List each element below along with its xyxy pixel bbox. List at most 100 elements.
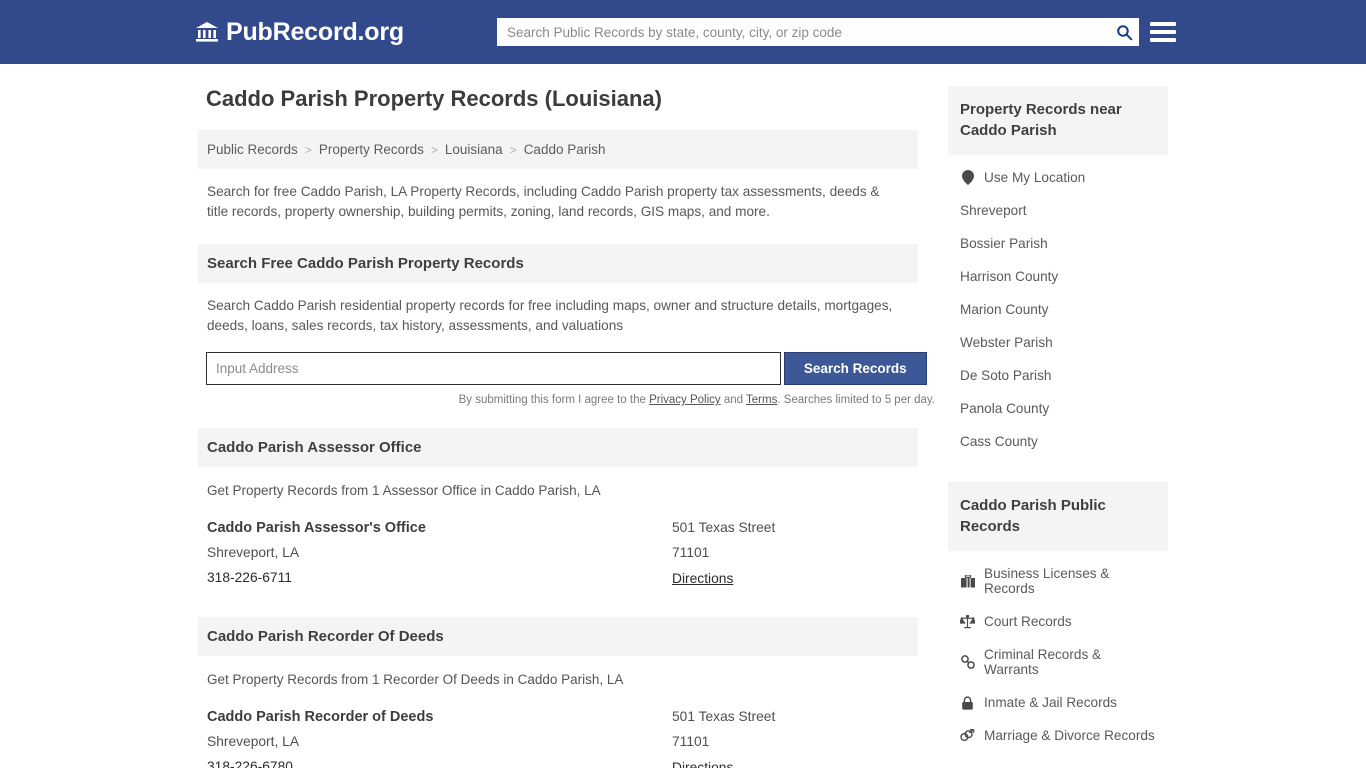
assessor-section-note: Get Property Records from 1 Assessor Off… xyxy=(207,483,601,498)
hamburger-bar xyxy=(1150,30,1176,34)
sidebar-item-shreveport[interactable]: Shreveport xyxy=(948,194,1168,227)
sidebar-item-webster-parish[interactable]: Webster Parish xyxy=(948,326,1168,359)
sidebar-item-court-records[interactable]: Court Records xyxy=(948,605,1168,638)
disclaimer-mid: and xyxy=(720,394,747,406)
office-street: 501 Texas Street xyxy=(672,520,776,535)
public-records-list: Business Licenses & Records Court Record… xyxy=(948,557,1168,752)
site-header: PubRecord.org xyxy=(0,0,1366,64)
global-search-input[interactable] xyxy=(497,19,1109,45)
recorder-section-note: Get Property Records from 1 Recorder Of … xyxy=(207,672,624,687)
office-zip: 71101 xyxy=(672,734,710,749)
assessor-section-title: Caddo Parish Assessor Office xyxy=(207,439,422,456)
office-name: Caddo Parish Assessor's Office xyxy=(207,520,426,536)
public-records-title: Caddo Parish Public Records xyxy=(960,497,1106,535)
office-primary-details: Caddo Parish Assessor's Office Shrevepor… xyxy=(207,520,672,595)
breadcrumb-separator: > xyxy=(509,142,517,157)
address-input[interactable] xyxy=(206,352,781,385)
nearby-records-title: Property Records near Caddo Parish xyxy=(960,101,1122,139)
scales-of-justice-icon xyxy=(960,614,975,629)
lock-icon xyxy=(960,695,975,710)
search-section-header: Search Free Caddo Parish Property Record… xyxy=(198,244,918,283)
sidebar-item-label: Criminal Records & Warrants xyxy=(984,647,1102,677)
gender-symbols-icon xyxy=(960,728,975,743)
global-search-bar xyxy=(497,18,1139,46)
nearby-records-list: Use My Location Shreveport Bossier Paris… xyxy=(948,161,1168,458)
sidebar: Property Records near Caddo Parish Use M… xyxy=(948,86,1168,768)
sidebar-item-label: Inmate & Jail Records xyxy=(984,695,1117,710)
briefcase-icon xyxy=(960,574,975,589)
address-search-form: Search Records xyxy=(206,352,927,385)
bank-building-icon xyxy=(195,20,219,44)
sidebar-item-label: Marion County xyxy=(960,302,1049,317)
hamburger-menu-icon[interactable] xyxy=(1150,18,1176,46)
recorder-section-header: Caddo Parish Recorder Of Deeds xyxy=(198,617,918,656)
breadcrumb-item-property-records[interactable]: Property Records xyxy=(319,142,424,157)
sidebar-item-label: Marriage & Divorce Records xyxy=(984,728,1155,743)
disclaimer-prefix: By submitting this form I agree to the xyxy=(458,394,650,406)
hamburger-bar xyxy=(1150,38,1176,42)
breadcrumb-item-louisiana[interactable]: Louisiana xyxy=(445,142,503,157)
sidebar-item-use-my-location[interactable]: Use My Location xyxy=(948,161,1168,194)
sidebar-item-marion-county[interactable]: Marion County xyxy=(948,293,1168,326)
search-records-button[interactable]: Search Records xyxy=(783,352,927,385)
public-records-header: Caddo Parish Public Records xyxy=(948,482,1168,551)
main-content: Caddo Parish Property Records (Louisiana… xyxy=(198,86,935,768)
sidebar-item-label: Court Records xyxy=(984,614,1072,629)
search-section-title: Search Free Caddo Parish Property Record… xyxy=(207,255,524,272)
map-pin-icon xyxy=(960,170,975,185)
sidebar-item-cass-county[interactable]: Cass County xyxy=(948,425,1168,458)
intro-paragraph: Search for free Caddo Parish, LA Propert… xyxy=(207,184,880,219)
breadcrumb: Public Records > Property Records > Loui… xyxy=(198,130,918,169)
nearby-records-header: Property Records near Caddo Parish xyxy=(948,86,1168,155)
terms-link[interactable]: Terms xyxy=(746,394,777,406)
brand-logo[interactable]: PubRecord.org xyxy=(195,18,404,47)
search-section-description: Search Caddo Parish residential property… xyxy=(207,298,893,333)
sidebar-item-label: Cass County xyxy=(960,434,1038,449)
office-street: 501 Texas Street xyxy=(672,709,776,724)
sidebar-item-label: De Soto Parish xyxy=(960,368,1052,383)
sidebar-item-label: Webster Parish xyxy=(960,335,1053,350)
disclaimer-suffix: . Searches limited to 5 per day. xyxy=(777,394,935,406)
office-city-state: Shreveport, LA xyxy=(207,734,300,749)
sidebar-item-label: Harrison County xyxy=(960,269,1059,284)
sidebar-item-business-licenses[interactable]: Business Licenses & Records xyxy=(948,557,1168,605)
handcuffs-icon xyxy=(960,655,975,670)
page-title: Caddo Parish Property Records (Louisiana… xyxy=(206,86,662,111)
breadcrumb-separator: > xyxy=(430,142,438,157)
directions-link[interactable]: Directions xyxy=(672,571,733,586)
sidebar-item-panola-county[interactable]: Panola County xyxy=(948,392,1168,425)
privacy-policy-link[interactable]: Privacy Policy xyxy=(649,394,721,406)
office-phone: 318-226-6711 xyxy=(207,570,292,585)
sidebar-item-label: Shreveport xyxy=(960,203,1027,218)
hamburger-bar xyxy=(1150,22,1176,26)
office-city-state: Shreveport, LA xyxy=(207,545,300,560)
sidebar-item-label: Panola County xyxy=(960,401,1050,416)
assessor-section-header: Caddo Parish Assessor Office xyxy=(198,428,918,467)
sidebar-item-criminal-records[interactable]: Criminal Records & Warrants xyxy=(948,638,1168,686)
sidebar-item-label: Bossier Parish xyxy=(960,236,1048,251)
sidebar-item-inmate-jail-records[interactable]: Inmate & Jail Records xyxy=(948,686,1168,719)
page-body: Caddo Parish Property Records (Louisiana… xyxy=(0,64,1366,768)
office-primary-details: Caddo Parish Recorder of Deeds Shrevepor… xyxy=(207,709,672,768)
office-address-details: 501 Texas Street 71101 Directions xyxy=(672,520,912,595)
breadcrumb-separator: > xyxy=(304,142,312,157)
sidebar-item-label: Use My Location xyxy=(984,170,1086,185)
sidebar-item-marriage-divorce-records[interactable]: Marriage & Divorce Records xyxy=(948,719,1168,752)
search-icon[interactable] xyxy=(1109,19,1139,45)
sidebar-item-harrison-county[interactable]: Harrison County xyxy=(948,260,1168,293)
sidebar-item-de-soto-parish[interactable]: De Soto Parish xyxy=(948,359,1168,392)
office-phone: 318-226-6780 xyxy=(207,759,293,768)
directions-link[interactable]: Directions xyxy=(672,760,733,768)
recorder-section-title: Caddo Parish Recorder Of Deeds xyxy=(207,628,444,645)
brand-name: PubRecord.org xyxy=(226,17,404,46)
breadcrumb-item-caddo-parish[interactable]: Caddo Parish xyxy=(524,142,606,157)
office-zip: 71101 xyxy=(672,545,710,560)
office-name: Caddo Parish Recorder of Deeds xyxy=(207,709,434,725)
office-listing: Caddo Parish Assessor's Office Shrevepor… xyxy=(207,520,918,595)
office-listing: Caddo Parish Recorder of Deeds Shrevepor… xyxy=(207,709,918,768)
form-disclaimer: By submitting this form I agree to the P… xyxy=(206,394,935,406)
sidebar-item-bossier-parish[interactable]: Bossier Parish xyxy=(948,227,1168,260)
breadcrumb-item-public-records[interactable]: Public Records xyxy=(207,142,298,157)
office-address-details: 501 Texas Street 71101 Directions xyxy=(672,709,912,768)
sidebar-item-label: Business Licenses & Records xyxy=(984,566,1110,596)
